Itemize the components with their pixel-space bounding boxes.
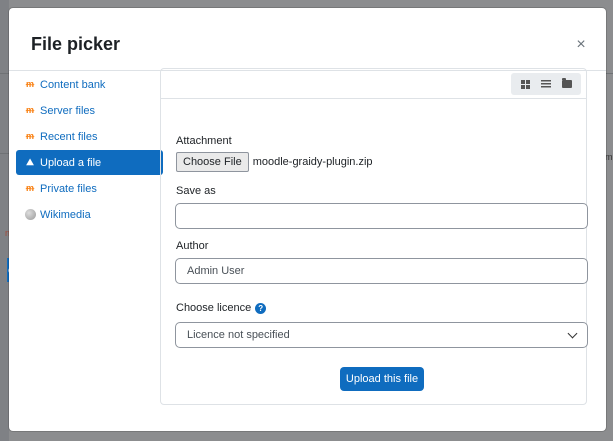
save-as-label: Save as xyxy=(176,185,216,197)
attachment-label: Attachment xyxy=(176,135,232,147)
sidebar-item-label: Private files xyxy=(40,182,97,195)
sidebar-item-label: Server files xyxy=(40,104,96,117)
folder-view-icon[interactable] xyxy=(559,77,575,91)
licence-label-text: Choose licence xyxy=(176,302,252,314)
upload-panel xyxy=(160,68,587,405)
upload-icon: ⛰ xyxy=(26,157,34,167)
moodle-icon: ᵯ xyxy=(25,79,34,89)
grid-view-icon[interactable] xyxy=(517,77,533,91)
dialog-title: File picker xyxy=(31,34,121,54)
panel-toolbar xyxy=(161,69,586,99)
dialog-header: File picker × xyxy=(9,8,606,71)
licence-select[interactable]: Licence not specified xyxy=(175,322,588,348)
sidebar-item-private-files[interactable]: ᵯ Private files xyxy=(16,176,163,201)
backdrop-left-edge xyxy=(0,0,9,441)
licence-label: Choose licence? xyxy=(176,302,267,314)
file-chooser: Choose File moodle-graidy-plugin.zip xyxy=(176,152,373,172)
backdrop-divider xyxy=(0,153,9,154)
sidebar-item-content-bank[interactable]: ᵯ Content bank xyxy=(16,72,163,97)
sidebar-item-label: Upload a file xyxy=(40,156,102,169)
repository-sidebar: ᵯ Content bank ᵯ Server files ᵯ Recent f… xyxy=(16,72,163,228)
sidebar-item-label: Content bank xyxy=(40,78,106,91)
save-as-input[interactable] xyxy=(175,203,588,229)
sidebar-item-label: Wikimedia xyxy=(40,208,91,221)
globe-icon xyxy=(24,209,36,220)
moodle-icon: ᵯ xyxy=(25,105,34,115)
sidebar-item-recent-files[interactable]: ᵯ Recent files xyxy=(16,124,163,149)
close-icon[interactable]: × xyxy=(574,37,588,53)
sidebar-item-wikimedia[interactable]: Wikimedia xyxy=(16,202,163,227)
moodle-icon: ᵯ xyxy=(25,131,34,141)
selected-file-name: moodle-graidy-plugin.zip xyxy=(252,156,373,168)
view-switcher xyxy=(511,73,581,95)
licence-selected-value: Licence not specified xyxy=(187,329,290,341)
backdrop-divider xyxy=(0,73,9,74)
help-icon[interactable]: ? xyxy=(255,302,267,314)
list-view-icon[interactable] xyxy=(538,77,554,91)
author-label: Author xyxy=(176,240,209,252)
sidebar-item-label: Recent files xyxy=(40,130,98,143)
backdrop-divider xyxy=(606,73,613,74)
sidebar-item-server-files[interactable]: ᵯ Server files xyxy=(16,98,163,123)
upload-this-file-button[interactable]: Upload this file xyxy=(340,367,424,391)
sidebar-item-upload-a-file[interactable]: ⛰ Upload a file xyxy=(16,150,163,175)
author-input[interactable]: Admin User xyxy=(175,258,588,284)
moodle-icon: ᵯ xyxy=(25,183,34,193)
chevron-down-icon xyxy=(567,328,578,339)
choose-file-button[interactable]: Choose File xyxy=(176,152,249,172)
